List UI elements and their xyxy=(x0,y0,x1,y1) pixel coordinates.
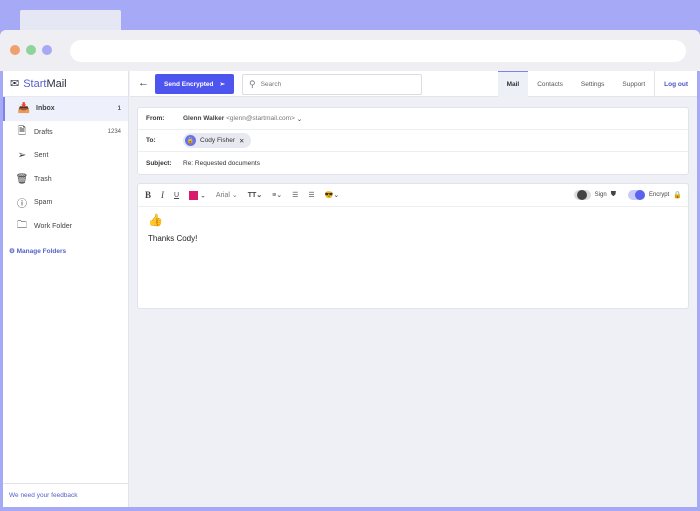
tab-support[interactable]: Support xyxy=(613,71,654,97)
sidebar-item-label: Trash xyxy=(34,175,52,183)
bold-icon[interactable]: B xyxy=(145,190,151,200)
font-select[interactable]: Arial ⌄ xyxy=(216,191,238,199)
sidebar-item-label: Inbox xyxy=(36,105,55,113)
inbox-icon: 📥 xyxy=(17,103,31,115)
emoji-picker-icon[interactable]: 😎⌄ xyxy=(325,191,340,199)
from-email: <glenn@startmail.com> xyxy=(226,115,295,122)
brand-mail: Mail xyxy=(46,77,67,90)
tab-settings[interactable]: Settings xyxy=(572,71,614,97)
mail-logo-icon: ✉ xyxy=(10,78,20,90)
search-icon: ⚲ xyxy=(249,79,256,89)
editor: B I U ⌄ Arial ⌄ TT⌄ ≡⌄ ☰ ☰ 😎⌄ Sign ⛊ Encr… xyxy=(137,183,689,309)
recipient-name: Cody Fisher xyxy=(200,137,236,144)
top-bar: ← Send Encrypted ➢ ⚲ Search Mail Contacts … xyxy=(130,71,697,97)
lock-icon: 🔒 xyxy=(185,135,196,146)
underline-icon[interactable]: U xyxy=(174,192,179,199)
search-placeholder: Search xyxy=(260,81,282,88)
manage-folders-label: Manage Folders xyxy=(16,248,67,255)
send-icon: ➢ xyxy=(17,150,27,162)
sidebar-item-drafts[interactable]: 🗎 Drafts 1234 xyxy=(3,121,128,145)
brand-start: Start xyxy=(23,77,47,90)
address-bar[interactable] xyxy=(70,40,686,62)
to-row[interactable]: To: 🔒 Cody Fisher ✕ xyxy=(138,130,688,152)
thumbs-up-icon: 👍 xyxy=(148,213,163,227)
sidebar: ✉ Start Mail 📥 Inbox 1 🗎 Drafts 1234 ➢ Sent 🗑 Trash… xyxy=(3,71,129,507)
send-icon: ➢ xyxy=(219,81,225,88)
tab-mail[interactable]: Mail xyxy=(497,71,529,97)
sidebar-item-inbox[interactable]: 📥 Inbox 1 xyxy=(3,97,128,121)
tab-contacts[interactable]: Contacts xyxy=(528,71,572,97)
folder-icon: 🗀 xyxy=(17,219,27,231)
recipient-chip[interactable]: 🔒 Cody Fisher ✕ xyxy=(183,133,251,148)
editor-body[interactable]: 👍 Thanks Cody! xyxy=(138,207,688,249)
sidebar-item-trash[interactable]: 🗑 Trash xyxy=(3,168,128,192)
editor-toolbar: B I U ⌄ Arial ⌄ TT⌄ ≡⌄ ☰ ☰ 😎⌄ Sign ⛊ Encr… xyxy=(138,184,688,207)
drafts-icon: 🗎 xyxy=(17,125,27,137)
manage-folders-link[interactable]: ⚙ Manage Folders xyxy=(3,238,128,255)
sidebar-item-label: Sent xyxy=(34,152,49,160)
sidebar-item-count: 1 xyxy=(117,105,121,112)
browser-tab[interactable] xyxy=(20,10,121,32)
sidebar-item-work-folder[interactable]: 🗀 Work Folder xyxy=(3,215,128,239)
sidebar-item-label: Spam xyxy=(34,199,53,207)
font-size-select[interactable]: TT⌄ xyxy=(248,191,262,199)
italic-icon[interactable]: I xyxy=(161,190,164,200)
encrypt-toggle[interactable] xyxy=(627,190,645,200)
font-value: Arial xyxy=(215,192,230,199)
maximize-dot-icon[interactable] xyxy=(42,45,52,55)
sidebar-item-label: Work Folder xyxy=(34,222,72,230)
send-label: Send Encrypted xyxy=(164,80,214,88)
align-icon[interactable]: ≡⌄ xyxy=(272,191,282,199)
sign-toggle[interactable] xyxy=(573,190,591,200)
remove-recipient-icon[interactable]: ✕ xyxy=(239,137,244,145)
subject-input[interactable]: Re: Requested documents xyxy=(183,160,260,167)
body-text: Thanks Cody! xyxy=(148,234,198,243)
logo[interactable]: ✉ Start Mail xyxy=(3,71,128,97)
top-menu: Mail Contacts Settings Support Log out xyxy=(497,71,697,97)
app-window: ✉ Start Mail 📥 Inbox 1 🗎 Drafts 1234 ➢ Sent 🗑 Trash… xyxy=(3,71,697,507)
feedback-link[interactable]: We need your feedback xyxy=(3,483,129,507)
sidebar-item-spam[interactable]: ⓘ Spam xyxy=(3,191,128,215)
to-label: To: xyxy=(146,137,156,144)
close-dot-icon[interactable] xyxy=(10,45,20,55)
search-input[interactable]: ⚲ Search xyxy=(242,74,422,95)
shield-icon: ⛊ xyxy=(610,191,616,198)
subject-label: Subject: xyxy=(146,159,172,167)
from-name: Glenn Walker xyxy=(183,115,225,122)
from-row[interactable]: From: Glenn Walker <glenn@startmail.com> … xyxy=(138,108,688,130)
subject-row[interactable]: Subject: Re: Requested documents xyxy=(138,152,688,174)
send-encrypted-button[interactable]: Send Encrypted ➢ xyxy=(155,74,234,94)
sidebar-item-label: Drafts xyxy=(34,128,53,136)
trash-icon: 🗑 xyxy=(15,173,29,185)
header-fields: From: Glenn Walker <glenn@startmail.com> … xyxy=(137,107,689,175)
sign-label: Sign xyxy=(594,192,607,198)
lock-icon: 🔒 xyxy=(673,192,682,199)
from-label: From: xyxy=(146,115,165,122)
logout-link[interactable]: Log out xyxy=(654,71,697,97)
sidebar-item-sent[interactable]: ➢ Sent xyxy=(3,144,128,168)
font-size-value: TT xyxy=(247,192,257,199)
text-color-picker[interactable]: ⌄ xyxy=(189,190,206,200)
bullet-list-icon[interactable]: ☰ xyxy=(308,191,314,199)
spam-icon: ⓘ xyxy=(17,199,27,211)
back-arrow-icon[interactable]: ← xyxy=(138,77,149,89)
ordered-list-icon[interactable]: ☰ xyxy=(292,191,298,199)
chevron-down-icon[interactable]: ⌄ xyxy=(297,115,302,123)
encrypt-label: Encrypt xyxy=(648,192,670,198)
sidebar-item-count: 1234 xyxy=(107,129,121,136)
minimize-dot-icon[interactable] xyxy=(26,45,36,55)
